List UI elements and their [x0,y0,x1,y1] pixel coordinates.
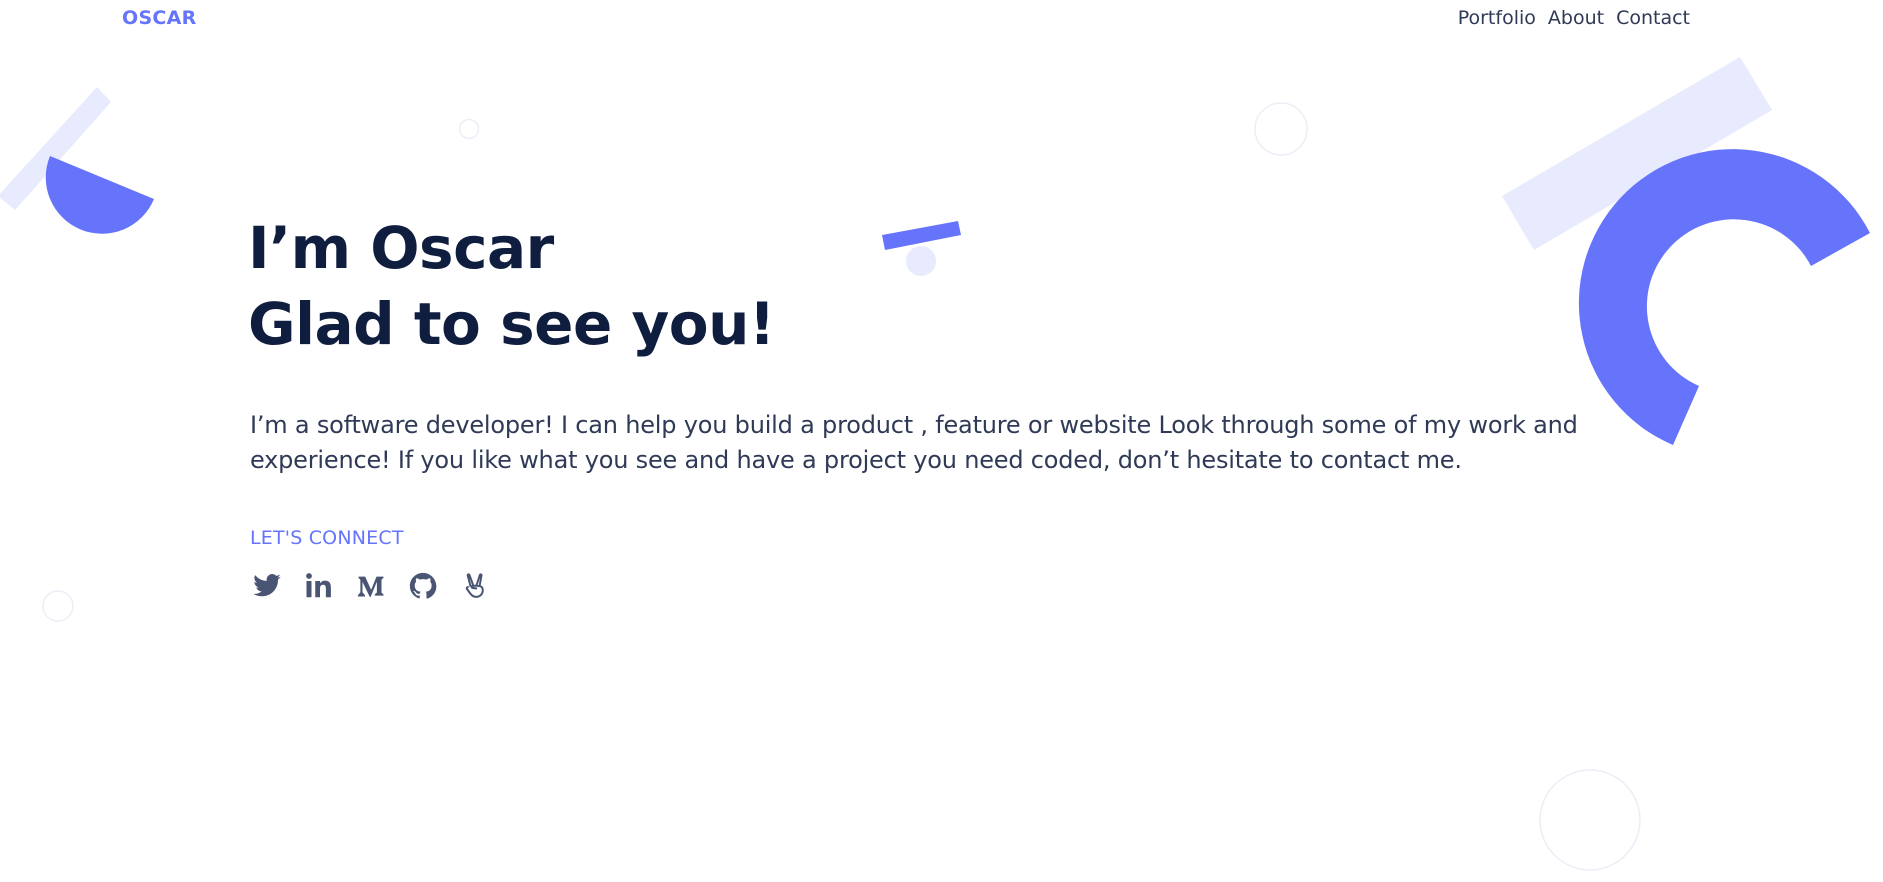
decor-circle-outline [42,590,74,622]
social-links [252,571,490,601]
page: OSCAR Portfolio About Contact I’m Oscar … [0,0,1883,882]
github-icon [409,572,437,599]
medium-icon [357,576,384,597]
main-nav: Portfolio About Contact [1458,7,1690,29]
linkedin-icon [306,573,331,598]
angellist-link[interactable] [460,571,490,601]
nav-link-contact[interactable]: Contact [1616,7,1690,29]
nav-link-about[interactable]: About [1548,7,1604,29]
decor-bar-blue [882,221,961,250]
decor-circle-light [906,246,936,276]
decor-circle-outline [1539,769,1641,871]
angellist-icon [465,573,484,598]
hero-intro: I’m a software developer! I can help you… [250,411,1578,474]
logo[interactable]: OSCAR [122,7,197,29]
hero-title-line-2: Glad to see you! [248,290,775,358]
hero-title-line-1: I’m Oscar [248,214,554,282]
decor-half-circle [45,156,154,234]
github-link[interactable] [408,571,438,601]
medium-link[interactable] [356,571,386,601]
linkedin-link[interactable] [304,571,334,601]
decor-circle-outline [1254,102,1308,156]
twitter-link[interactable] [252,571,282,601]
decor-circle-outline [458,118,480,140]
twitter-icon [253,574,281,597]
connect-heading: LET'S CONNECT [250,527,404,549]
nav-link-portfolio[interactable]: Portfolio [1458,7,1536,29]
hero-title: I’m Oscar Glad to see you! [248,210,775,362]
